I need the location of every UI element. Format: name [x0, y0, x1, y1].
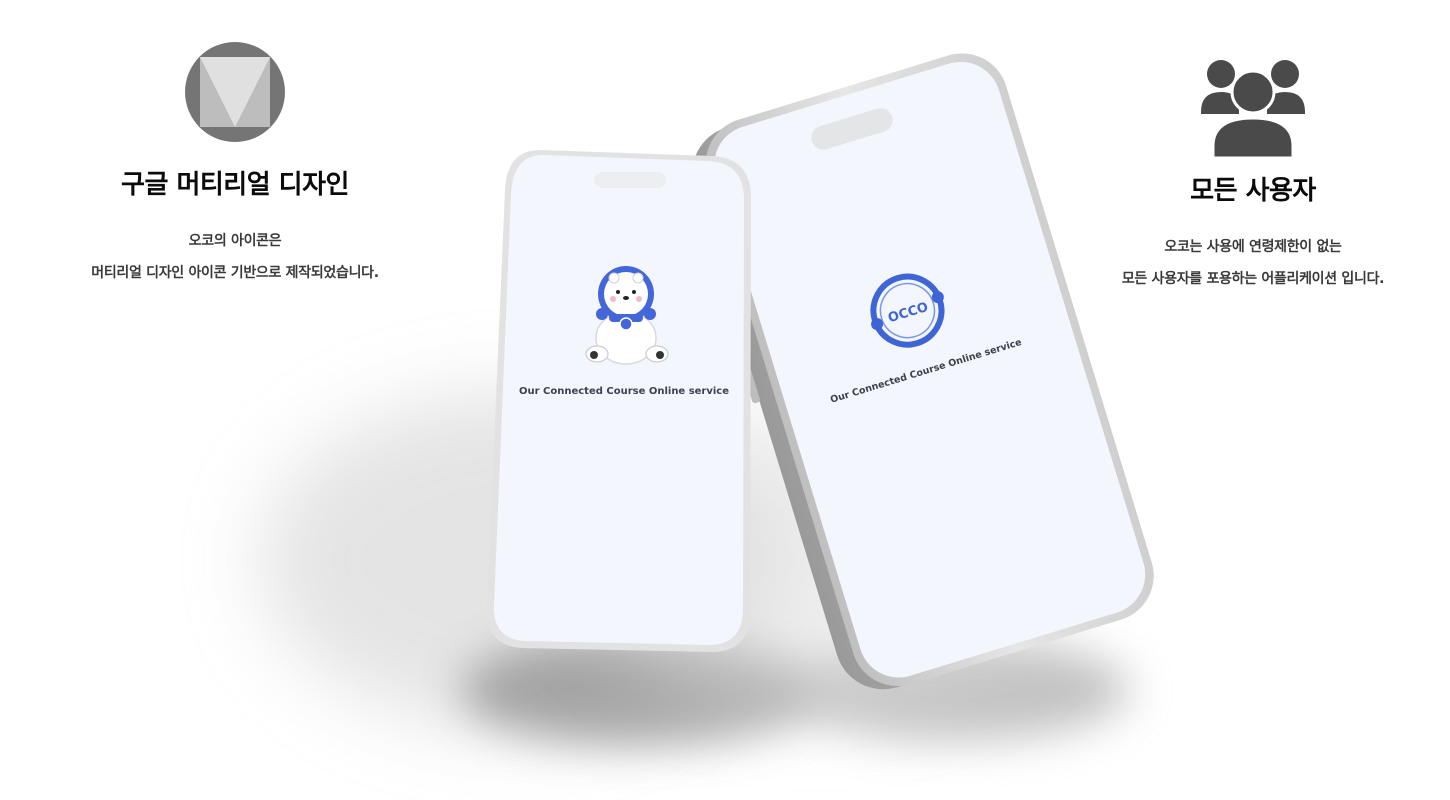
feature-users-desc-line: 모든 사용자를 포용하는 어플리케이션 입니다.	[1121, 271, 1385, 287]
feature-material-design: 구글 머티리얼 디자인 오코의 아이콘은 머티리얼 디자인 아이콘 기반으로 제…	[55, 42, 415, 289]
material-design-logo-icon	[185, 42, 285, 142]
feature-material-title: 구글 머티리얼 디자인	[121, 170, 349, 200]
feature-all-users: 모든 사용자 오코는 사용에 연령제한이 없는 모든 사용자를 포용하는 어플리…	[1068, 58, 1438, 295]
app-showcase: OCCO Our Connected Course Online service	[0, 0, 1450, 800]
users-group-icon	[1201, 60, 1305, 158]
feature-material-desc-line: 오코의 아이콘은	[188, 233, 282, 249]
feature-users-desc-line: 오코는 사용에 연령제한이 없는	[1164, 239, 1342, 255]
feature-material-desc-line: 머티리얼 디자인 아이콘 기반으로 제작되었습니다.	[91, 265, 379, 281]
phone-front-screen	[493, 155, 745, 645]
phone-front: Our Connected Course Online service	[486, 150, 752, 652]
feature-material-description: 오코의 아이콘은 머티리얼 디자인 아이콘 기반으로 제작되었습니다.	[55, 225, 415, 289]
feature-users-title: 모든 사용자	[1190, 176, 1316, 206]
dynamic-island	[594, 172, 666, 188]
feature-users-description: 오코는 사용에 연령제한이 없는 모든 사용자를 포용하는 어플리케이션 입니다…	[1068, 231, 1438, 295]
phone-front-tagline: Our Connected Course Online service	[519, 386, 729, 397]
